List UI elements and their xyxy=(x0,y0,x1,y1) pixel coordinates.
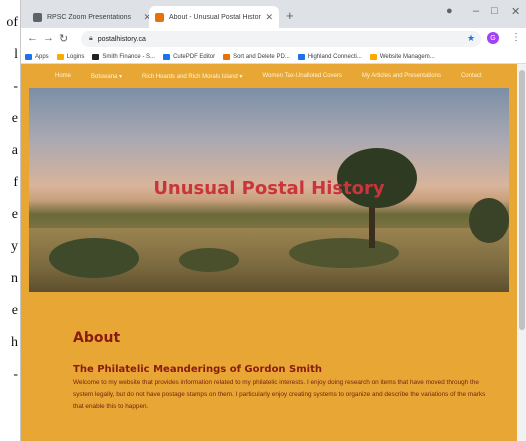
bush-shape xyxy=(49,238,139,278)
address-bar[interactable]: 🔒︎ postalhistory.ca xyxy=(81,31,481,47)
new-tab-button[interactable]: + xyxy=(286,8,294,23)
tab-title: RPSC Zoom Presentations xyxy=(47,13,132,21)
bookmark-item[interactable]: Apps xyxy=(25,53,49,60)
forward-icon[interactable]: → xyxy=(43,32,54,44)
bookmark-star-icon[interactable]: ★ xyxy=(467,33,475,44)
strip-letter: a xyxy=(11,143,18,158)
bookmark-icon xyxy=(163,53,171,60)
bookmark-item[interactable]: Website Managem... xyxy=(369,53,435,60)
back-icon[interactable]: ← xyxy=(27,32,38,44)
bookmark-icon xyxy=(92,53,100,60)
bookmark-item[interactable]: Sort and Delete PD... xyxy=(223,53,290,60)
site-nav-item[interactable]: My Articles and Presentations xyxy=(362,73,441,79)
scrollbar-thumb[interactable] xyxy=(519,70,525,330)
strip-letter: e xyxy=(11,207,18,222)
strip-letter: - xyxy=(13,79,18,94)
bookmark-icon xyxy=(369,53,377,60)
bookmark-item[interactable]: Logins xyxy=(56,53,85,60)
bookmark-item[interactable]: CutePDF Editor xyxy=(163,53,216,60)
tab-about[interactable]: About - Unusual Postal History ✕ xyxy=(149,6,279,28)
strip-letter: e xyxy=(11,303,18,318)
intro-paragraph: Welcome to my website that provides info… xyxy=(73,379,486,410)
strip-letter: f xyxy=(13,175,18,190)
bush-shape xyxy=(179,248,239,272)
bookmark-label: Logins xyxy=(66,53,85,60)
profile-avatar[interactable]: G xyxy=(487,32,499,44)
browser-window: RPSC Zoom Presentations ✕ About - Unusua… xyxy=(20,0,526,441)
tab-favicon xyxy=(155,12,164,22)
strip-letter: of xyxy=(6,15,18,30)
bookmark-item[interactable]: Smith Finance - S... xyxy=(92,53,156,60)
page-scrollbar[interactable] xyxy=(517,64,526,441)
site-nav-item[interactable]: Rich Hoards and Rich Morals Island ▾ xyxy=(142,73,242,80)
strip-letter: n xyxy=(11,271,18,286)
strip-letter: - xyxy=(13,367,18,382)
strip-letter: l xyxy=(14,47,18,62)
site-nav-item[interactable]: Women Tax-Unalloted Covers xyxy=(262,73,341,79)
record-icon[interactable]: ● xyxy=(446,5,453,17)
site-nav-item[interactable]: Home xyxy=(55,73,71,79)
reload-icon[interactable]: ↻ xyxy=(59,32,68,45)
tree-canopy xyxy=(469,198,509,243)
strip-letter: e xyxy=(11,111,18,126)
bookmark-icon xyxy=(223,53,231,60)
tab-bar: RPSC Zoom Presentations ✕ About - Unusua… xyxy=(21,0,526,28)
browser-toolbar: ← → ↻ 🔒︎ postalhistory.ca ★ G ⋮ xyxy=(21,28,526,50)
tab-rpsc-zoom[interactable]: RPSC Zoom Presentations ✕ xyxy=(27,6,157,28)
bookmark-label: Website Managem... xyxy=(379,53,435,60)
bookmark-label: Highland Connecti... xyxy=(307,53,362,60)
url-text: postalhistory.ca xyxy=(97,35,146,43)
maximize-button[interactable]: □ xyxy=(491,5,498,17)
bookmark-label: Smith Finance - S... xyxy=(102,53,156,60)
bookmark-icon xyxy=(56,53,64,60)
bookmark-icon xyxy=(25,53,32,60)
strip-letter: h xyxy=(11,335,18,350)
hero-title: Unusual Postal History xyxy=(153,178,385,199)
tab-favicon xyxy=(33,12,42,22)
site-navigation: Home Botswana ▾ Rich Hoards and Rich Moral… xyxy=(21,64,517,88)
about-section: About The Philatelic Meanderings of Gord… xyxy=(73,330,493,413)
lock-icon: 🔒︎ xyxy=(89,35,93,42)
site-nav-item[interactable]: Contact xyxy=(461,73,482,79)
about-heading: About xyxy=(73,330,121,346)
bush-shape xyxy=(289,238,399,268)
close-window-button[interactable]: ✕ xyxy=(511,5,520,18)
kebab-menu-icon[interactable]: ⋮ xyxy=(511,32,521,43)
web-page: Home Botswana ▾ Rich Hoards and Rich Moral… xyxy=(21,64,517,441)
bookmark-item[interactable]: Highland Connecti... xyxy=(297,53,362,60)
bookmarks-bar: Apps Logins Smith Finance - S... CutePDF Ed… xyxy=(21,50,526,64)
bookmark-label: Sort and Delete PD... xyxy=(233,53,290,60)
underlying-document-strip: of l - e a f e y n e h - xyxy=(0,0,20,441)
bookmark-label: Apps xyxy=(35,53,49,60)
hero-banner: Unusual Postal History xyxy=(29,88,509,292)
subheading: The Philatelic Meanderings of Gordon Smi… xyxy=(73,364,322,375)
bookmark-label: CutePDF Editor xyxy=(173,53,216,60)
site-nav-item[interactable]: Botswana ▾ xyxy=(91,73,122,80)
strip-letter: y xyxy=(11,239,18,254)
bookmark-icon xyxy=(297,53,305,60)
minimize-button[interactable]: – xyxy=(473,5,479,17)
close-icon[interactable]: ✕ xyxy=(265,12,273,23)
tab-title: About - Unusual Postal History xyxy=(169,13,262,21)
